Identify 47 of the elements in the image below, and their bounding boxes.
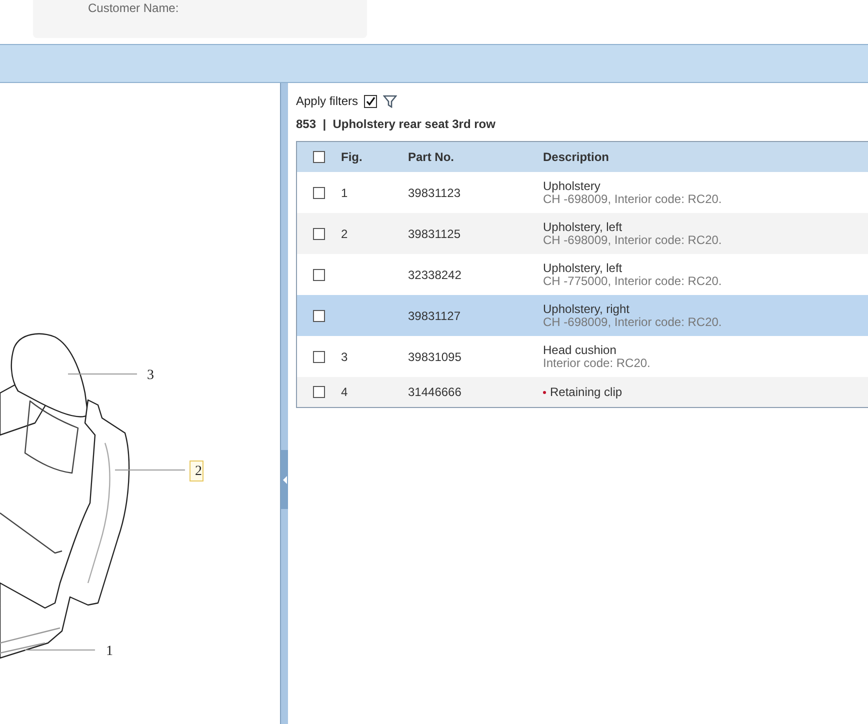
row-checkbox[interactable]	[313, 350, 325, 362]
apply-filters-checkbox[interactable]	[364, 94, 378, 108]
part-number: 39831095	[408, 350, 462, 364]
figure-number: 3	[341, 350, 348, 364]
customer-name-label: Customer Name:	[88, 1, 179, 15]
part-row[interactable]: 3 39831095 Head cushion Interior code: RC20.	[297, 336, 868, 377]
part-description: Upholstery, left	[543, 220, 622, 234]
part-number: 39831127	[408, 308, 460, 322]
figure-number: 4	[341, 385, 348, 399]
callout-number[interactable]: 1	[106, 644, 113, 659]
collapse-arrow-icon	[282, 476, 286, 484]
part-number: 31446666	[408, 385, 462, 399]
row-checkbox[interactable]	[313, 386, 325, 398]
part-detail: CH -775000, Interior code: RC20.	[543, 274, 723, 288]
part-row[interactable]: 1 39831123 Upholstery CH -698009, Interior code: RC20.	[297, 172, 868, 213]
part-number: 39831125	[408, 226, 460, 240]
callout-number[interactable]: 2	[195, 464, 202, 479]
part-number: 39831123	[408, 186, 460, 200]
part-description: Upholstery	[543, 180, 600, 192]
column-header[interactable]: Description	[543, 150, 610, 164]
part-row[interactable]: 39831127 Upholstery, right CH -698009, Interior code: RC20.	[297, 295, 868, 336]
splitter-handle[interactable]	[281, 450, 288, 509]
row-checkbox[interactable]	[313, 310, 325, 322]
row-checkbox[interactable]	[313, 228, 325, 240]
part-description: Retaining clip	[550, 386, 622, 398]
part-detail: Interior code: RC20.	[543, 356, 652, 370]
row-checkbox[interactable]	[313, 186, 325, 198]
apply-filters-label: Apply filters	[296, 94, 358, 108]
column-header[interactable]: Fig.	[341, 150, 362, 164]
column-header[interactable]: Part No.	[408, 150, 454, 164]
part-detail: CH -698009, Interior code: RC20.	[543, 192, 723, 206]
select-all-checkbox[interactable]	[313, 151, 325, 163]
part-detail: CH -698009, Interior code: RC20.	[543, 234, 723, 246]
part-detail: CH -698009, Interior code: RC20.	[543, 316, 723, 328]
figure-number: 1	[341, 186, 348, 200]
part-description: Upholstery, left	[543, 262, 622, 274]
figure-number: 2	[341, 226, 348, 240]
part-description: Upholstery, right	[543, 302, 630, 316]
part-row[interactable]: 2 39831125 Upholstery, left CH -698009, Interior code: RC20.	[297, 213, 868, 254]
callout-number[interactable]: 3	[147, 368, 154, 383]
part-row[interactable]: 4 31446666 Retaining clip	[297, 377, 868, 407]
row-checkbox[interactable]	[313, 268, 325, 280]
filter-icon[interactable]	[383, 94, 398, 108]
part-row[interactable]: 32338242 Upholstery, left CH -775000, Interior code: RC20.	[297, 254, 868, 295]
group-title: 853 | Upholstery rear seat 3rd row	[296, 117, 496, 133]
part-description: Head cushion	[543, 344, 616, 356]
part-number: 32338242	[408, 268, 462, 282]
